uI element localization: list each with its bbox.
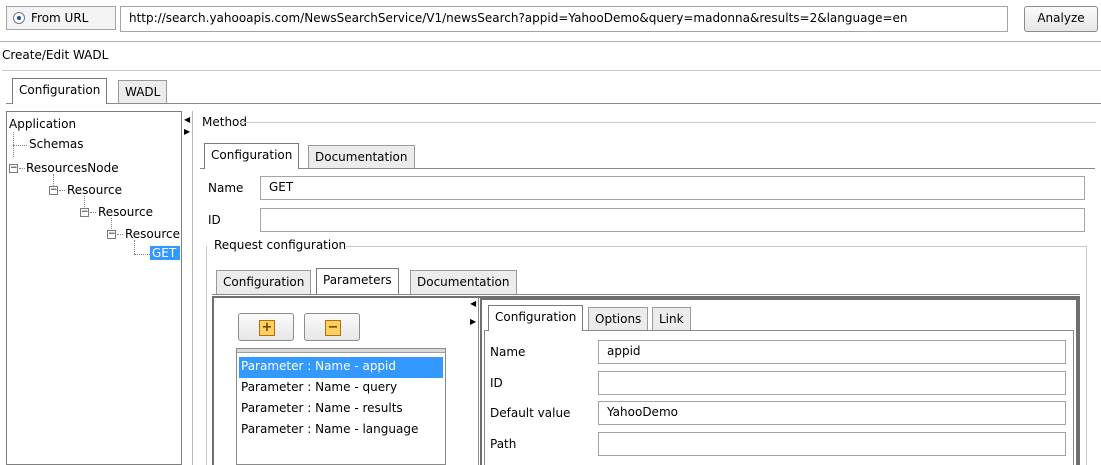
analyze-button[interactable]: Analyze bbox=[1024, 6, 1098, 32]
splitter-left-arrow-icon[interactable]: ◀ bbox=[184, 116, 190, 124]
tab-configuration[interactable]: Configuration bbox=[12, 78, 108, 104]
add-parameter-button[interactable]: + bbox=[238, 313, 294, 341]
collapse-icon[interactable]: − bbox=[80, 208, 89, 217]
radio-button-icon[interactable] bbox=[13, 12, 25, 24]
method-name-field[interactable]: GET bbox=[260, 176, 1085, 200]
param-default-label: Default value bbox=[490, 406, 571, 420]
section-title: Create/Edit WADL bbox=[2, 48, 109, 62]
tree-schemas[interactable]: Schemas bbox=[29, 137, 84, 151]
splitter-right-arrow-icon[interactable]: ▶ bbox=[470, 318, 476, 326]
splitter-right-arrow-icon[interactable]: ▶ bbox=[184, 128, 190, 136]
tree-resource-3[interactable]: Resource bbox=[125, 227, 181, 241]
remove-parameter-button[interactable]: − bbox=[304, 313, 360, 341]
tab-param-configuration[interactable]: Configuration bbox=[488, 305, 584, 331]
collapse-icon[interactable]: − bbox=[107, 230, 116, 239]
tab-param-link[interactable]: Link bbox=[652, 307, 691, 331]
tab-param-options[interactable]: Options bbox=[588, 307, 649, 331]
tree-resource-2[interactable]: Resource bbox=[98, 205, 153, 219]
list-item[interactable]: Parameter : Name - appid bbox=[239, 357, 443, 378]
method-id-label: ID bbox=[208, 213, 221, 227]
tab-method-documentation[interactable]: Documentation bbox=[308, 145, 415, 169]
param-name-label: Name bbox=[490, 345, 526, 359]
request-group-title: Request configuration bbox=[214, 238, 347, 252]
tab-wadl[interactable]: WADL bbox=[118, 80, 168, 104]
tab-request-parameters[interactable]: Parameters bbox=[316, 268, 399, 294]
list-item[interactable]: Parameter : Name - query bbox=[239, 378, 443, 399]
param-path-field[interactable] bbox=[598, 432, 1066, 456]
method-id-field[interactable] bbox=[260, 208, 1085, 232]
add-icon: + bbox=[259, 320, 275, 336]
param-path-label: Path bbox=[490, 437, 517, 451]
collapse-icon[interactable]: − bbox=[49, 186, 58, 195]
param-name-field[interactable]: appid bbox=[598, 340, 1066, 364]
param-id-label: ID bbox=[490, 376, 503, 390]
tree-resources-node[interactable]: ResourcesNode bbox=[26, 161, 119, 175]
list-item[interactable]: Parameter : Name - results bbox=[239, 399, 443, 420]
param-id-field[interactable] bbox=[598, 371, 1066, 395]
remove-icon: − bbox=[325, 320, 341, 336]
tree-get[interactable]: GET bbox=[150, 246, 181, 260]
method-name-label: Name bbox=[208, 181, 244, 195]
wadl-tree: Application Schemas − ResourcesNode − Re… bbox=[6, 111, 182, 465]
list-item[interactable]: Parameter : Name - language bbox=[239, 420, 443, 441]
tab-request-documentation[interactable]: Documentation bbox=[410, 270, 517, 294]
url-input[interactable]: http://search.yahooapis.com/NewsSearchSe… bbox=[120, 6, 1008, 32]
tab-request-configuration[interactable]: Configuration bbox=[216, 270, 312, 294]
from-url-radio[interactable]: From URL bbox=[6, 6, 116, 30]
splitter-left-arrow-icon[interactable]: ◀ bbox=[470, 300, 476, 308]
header-divider bbox=[0, 41, 1101, 42]
tab-method-configuration[interactable]: Configuration bbox=[204, 143, 300, 169]
param-default-field[interactable]: YahooDemo bbox=[598, 401, 1066, 425]
from-url-label: From URL bbox=[31, 11, 89, 25]
tree-application[interactable]: Application bbox=[9, 117, 76, 131]
collapse-icon[interactable]: − bbox=[9, 164, 18, 173]
tree-resource-1[interactable]: Resource bbox=[67, 183, 122, 197]
parameters-list: Parameter : Name - appid Parameter : Nam… bbox=[236, 348, 446, 465]
